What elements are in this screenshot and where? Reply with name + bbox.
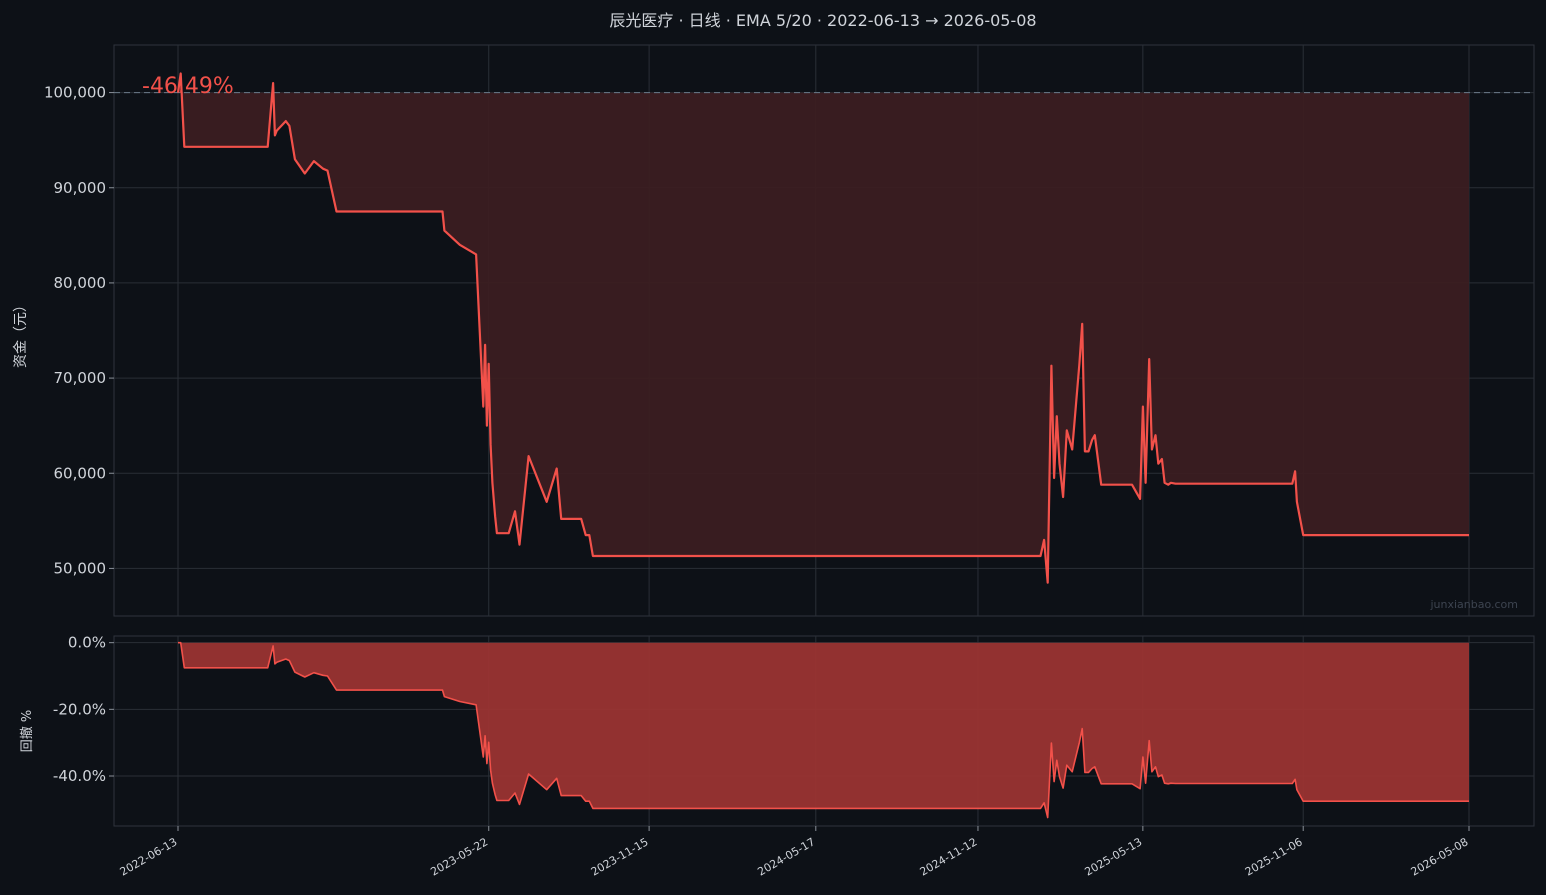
drawdown-panel: 0.0% -20.0% -40.0% 回撤 % xyxy=(19,634,1535,827)
equity-backtest-chart: 辰光医疗 · 日线 · EMA 5/20 · 2022-06-13 → 2026… xyxy=(0,0,1546,895)
drawdown-y-tick-label: 0.0% xyxy=(68,634,106,652)
equity-y-tick-label: 60,000 xyxy=(54,464,107,482)
equity-y-tick-label: 50,000 xyxy=(54,559,107,577)
equity-y-tick-label: 90,000 xyxy=(54,179,107,197)
equity-y-tick-label: 100,000 xyxy=(44,84,106,102)
equity-panel: 100,000 90,000 80,000 70,000 60,000 50,000 -4… xyxy=(13,44,1535,617)
drawdown-y-tick-label: -20.0% xyxy=(53,700,106,718)
chart-title: 辰光医疗 · 日线 · EMA 5/20 · 2022-06-13 → 2026… xyxy=(609,11,1036,30)
return-label: -46.49% xyxy=(142,74,234,99)
equity-y-tick-label: 80,000 xyxy=(54,274,107,292)
equity-y-tick-label: 70,000 xyxy=(54,369,107,387)
watermark: junxianbao.com xyxy=(1429,598,1518,611)
drawdown-y-axis-label: 回撤 % xyxy=(19,710,35,753)
drawdown-y-tick-label: -40.0% xyxy=(53,767,106,785)
equity-y-axis-label: 资金（元） xyxy=(13,298,29,368)
